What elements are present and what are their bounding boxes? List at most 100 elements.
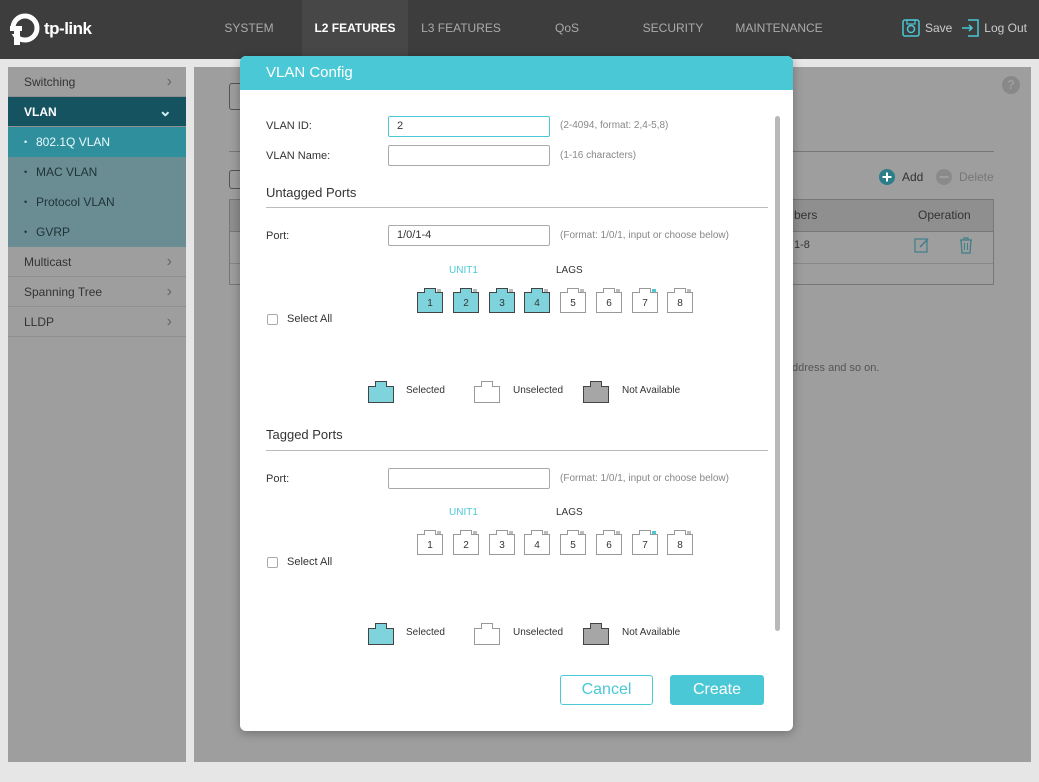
tab-l2-features[interactable]: L2 FEATURES: [302, 0, 408, 59]
selected-port-legend-icon: [368, 623, 394, 645]
tab-l3-features[interactable]: L3 FEATURES: [408, 0, 514, 59]
untagged-port-label: Port:: [266, 230, 290, 242]
port-number: 8: [677, 540, 683, 551]
legend-not-available-label: Not Available: [622, 385, 681, 396]
unselected-port-legend-icon: [474, 623, 500, 645]
delete-button[interactable]: Delete: [935, 168, 994, 186]
port-1-button[interactable]: 1: [417, 288, 443, 313]
port-8-button[interactable]: 8: [667, 530, 693, 555]
lags-label: LAGS: [556, 265, 583, 276]
lags-label: LAGS: [556, 507, 583, 518]
tp-link-logo[interactable]: tp-link: [8, 12, 92, 46]
legend-selected-label: Selected: [406, 385, 445, 396]
create-button[interactable]: Create: [670, 675, 764, 705]
sidebar-item-label: Multicast: [24, 255, 72, 269]
port-5-button[interactable]: 5: [560, 288, 586, 313]
note-text: ddress and so on.: [792, 362, 880, 374]
sidebar-item-8021q-vlan[interactable]: 802.1Q VLAN: [8, 127, 186, 157]
port-number: 5: [570, 540, 576, 551]
sidebar-item-label: LLDP: [24, 315, 55, 329]
tagged-select-all-label: Select All: [287, 556, 333, 568]
legend-selected-label: Selected: [406, 627, 445, 638]
port-1-button[interactable]: 1: [417, 530, 443, 555]
port-8-button[interactable]: 8: [667, 288, 693, 313]
untagged-ports-title: Untagged Ports: [266, 185, 357, 200]
vlan-id-input[interactable]: 2: [388, 116, 550, 137]
unit1-label: UNIT1: [449, 265, 478, 276]
port-3-button[interactable]: 3: [489, 288, 515, 313]
sidebar-item-label: VLAN: [24, 105, 57, 119]
not-available-port-legend-icon: [583, 381, 609, 403]
untagged-port-hint: (Format: 1/0/1, input or choose below): [560, 230, 729, 241]
sidebar-item-protocol-vlan[interactable]: Protocol VLAN: [8, 187, 186, 217]
sidebar-item-lldp[interactable]: LLDP ›: [8, 307, 186, 337]
dialog-scrollbar[interactable]: [775, 116, 780, 631]
add-label: Add: [902, 170, 924, 184]
port-2-button[interactable]: 2: [453, 288, 479, 313]
logout-button[interactable]: Log Out: [960, 18, 1027, 38]
unit1-label: UNIT1: [449, 507, 478, 518]
untagged-select-all-label: Select All: [287, 313, 333, 325]
port-4-button[interactable]: 4: [524, 288, 550, 313]
divider: [266, 450, 768, 451]
save-label: Save: [924, 21, 953, 35]
sidebar-item-switching[interactable]: Switching ›: [8, 67, 186, 97]
help-icon[interactable]: ?: [1002, 76, 1020, 94]
sidebar-submenu-vlan: 802.1Q VLAN MAC VLAN Protocol VLAN GVRP: [8, 127, 186, 247]
port-6-button[interactable]: 6: [596, 288, 622, 313]
members-column-header: bers: [794, 208, 818, 222]
save-icon: [902, 19, 920, 37]
untagged-port-input[interactable]: 1/0/1-4: [388, 225, 550, 246]
logout-label: Log Out: [984, 21, 1027, 35]
port-4-button[interactable]: 4: [524, 530, 550, 555]
port-5-button[interactable]: 5: [560, 530, 586, 555]
legend-unselected-label: Unselected: [513, 627, 564, 638]
tagged-port-label: Port:: [266, 473, 290, 485]
cancel-button[interactable]: Cancel: [560, 675, 653, 705]
tab-security[interactable]: SECURITY: [620, 0, 726, 59]
port-3-button[interactable]: 3: [489, 530, 515, 555]
port-number: 4: [534, 540, 540, 551]
chevron-right-icon: ›: [166, 283, 172, 300]
port-number: 1: [427, 298, 433, 309]
table-cell-members: 1-8: [794, 239, 810, 251]
tab-maintenance[interactable]: MAINTENANCE: [726, 0, 832, 59]
port-2-button[interactable]: 2: [453, 530, 479, 555]
tab-qos[interactable]: QoS: [514, 0, 620, 59]
chevron-right-icon: ›: [166, 253, 172, 270]
vlan-name-input[interactable]: [388, 145, 550, 166]
port-number: 2: [463, 298, 469, 309]
delete-label: Delete: [959, 170, 994, 184]
selected-port-legend-icon: [368, 381, 394, 403]
edit-icon[interactable]: [914, 237, 930, 256]
tagged-port-hint: (Format: 1/0/1, input or choose below): [560, 473, 729, 484]
tp-link-logo-icon: [8, 13, 40, 45]
untagged-select-all-checkbox[interactable]: [267, 314, 278, 325]
sidebar-item-spanning-tree[interactable]: Spanning Tree ›: [8, 277, 186, 307]
trash-icon[interactable]: [958, 236, 974, 257]
sidebar: Switching › VLAN ⌄ 802.1Q VLAN MAC VLAN …: [8, 67, 186, 762]
port-7-button[interactable]: 7: [632, 288, 658, 313]
sidebar-item-multicast[interactable]: Multicast ›: [8, 247, 186, 277]
sidebar-item-label: Spanning Tree: [24, 285, 103, 299]
divider: [266, 207, 768, 208]
tagged-port-input[interactable]: [388, 468, 550, 489]
port-7-button[interactable]: 7: [632, 530, 658, 555]
vlan-name-hint: (1-16 characters): [560, 150, 637, 161]
sidebar-item-gvrp[interactable]: GVRP: [8, 217, 186, 247]
vlan-name-label: VLAN Name:: [266, 150, 331, 162]
tab-system[interactable]: SYSTEM: [196, 0, 302, 59]
vlan-config-dialog: VLAN Config VLAN ID: 2 (2-4094, format: …: [240, 56, 793, 731]
add-button[interactable]: Add: [878, 168, 923, 186]
sidebar-item-label: Switching: [24, 75, 76, 89]
sidebar-item-mac-vlan[interactable]: MAC VLAN: [8, 157, 186, 187]
tagged-select-all-checkbox[interactable]: [267, 557, 278, 568]
port-number: 6: [606, 540, 612, 551]
port-6-button[interactable]: 6: [596, 530, 622, 555]
legend-unselected-label: Unselected: [513, 385, 564, 396]
save-button[interactable]: Save: [901, 18, 952, 38]
port-number: 3: [499, 540, 505, 551]
port-number: 1: [427, 540, 433, 551]
dialog-title: VLAN Config: [240, 56, 793, 90]
sidebar-item-vlan[interactable]: VLAN ⌄: [8, 97, 186, 127]
